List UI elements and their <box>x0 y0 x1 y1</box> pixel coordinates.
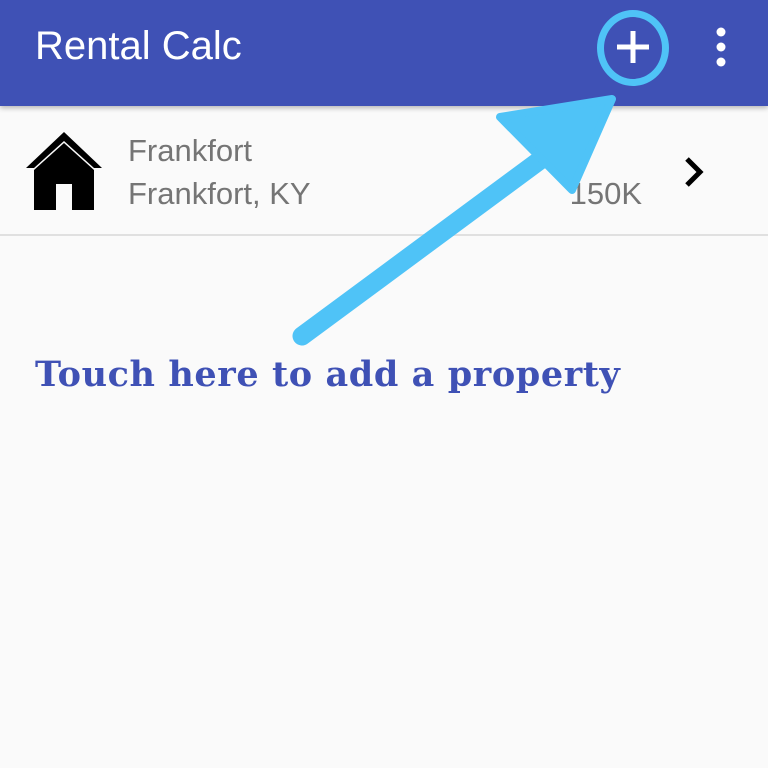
tutorial-hint: Touch here to add a property <box>35 354 621 395</box>
plus-icon <box>617 31 649 63</box>
house-icon <box>26 132 102 210</box>
overflow-menu-button[interactable] <box>703 24 739 72</box>
property-name: Frankfort <box>128 133 253 168</box>
property-price: 150K <box>569 176 642 211</box>
property-location: Frankfort, KY <box>128 176 311 211</box>
app-title: Rental Calc <box>35 24 242 68</box>
property-list-item[interactable]: Frankfort Frankfort, KY 150K <box>0 106 768 236</box>
add-property-button[interactable] <box>597 10 669 86</box>
app-bar: Rental Calc <box>0 0 768 106</box>
more-vert-icon <box>716 27 726 67</box>
chevron-right-icon <box>685 157 704 187</box>
